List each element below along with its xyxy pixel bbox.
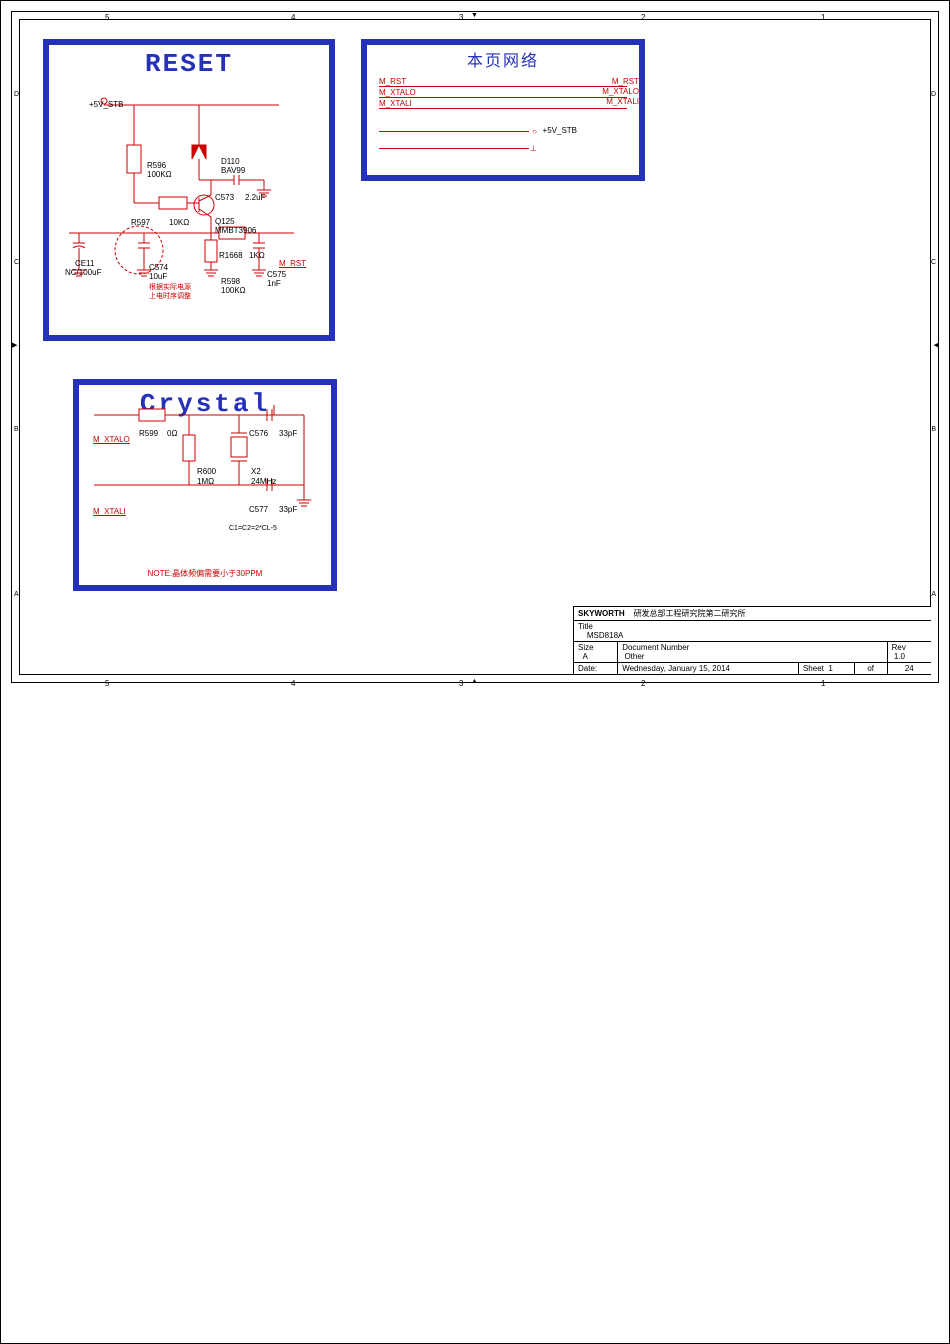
r1668-val: 1KΩ (249, 251, 265, 260)
row-A-l: A (14, 591, 19, 598)
d110-ref: D110 (221, 157, 240, 166)
r599-val: 0Ω (167, 429, 177, 438)
tb-date-l: Date: (578, 664, 597, 673)
col-1-top: 1 (821, 13, 825, 22)
x2-ref: X2 (251, 467, 261, 476)
r597-ref: R597 (131, 218, 150, 227)
tb-dept: 研发总部工程研究院第二研究所 (634, 609, 746, 618)
r598-ref: R598 (221, 277, 240, 286)
arrow-right-icon: ▶ (12, 341, 17, 349)
row-A-r: A (931, 591, 936, 598)
arrow-up-icon: ▲ (471, 678, 478, 685)
col-4-top: 4 (291, 13, 295, 22)
arrow-left-icon: ◀ (934, 341, 939, 349)
net-pwr-out: +5V_STB (543, 126, 577, 135)
r600-ref: R600 (197, 467, 216, 476)
col-4-bot: 4 (291, 679, 295, 688)
col-2-bot: 2 (641, 679, 645, 688)
crystal-formula: C1=C2=2*CL-5 (229, 525, 277, 532)
r598-val: 100KΩ (221, 286, 246, 295)
tb-company: SKYWORTH (578, 609, 625, 618)
ce11-ref: CE11 (75, 259, 94, 268)
c574-ref: C574 (149, 263, 168, 272)
xtali-net: M_XTALI (93, 507, 126, 516)
col-3-bot: 3 (459, 679, 463, 688)
c577-val: 33pF (279, 505, 297, 514)
tb-title: MSD818A (587, 631, 623, 640)
tb-doc: Other (624, 652, 644, 661)
schematic-page: 5 4 3 2 1 5 4 3 2 1 D C B A D C B A ▶ ◀ … (0, 0, 950, 1344)
title-block: SKYWORTH 研发总部工程研究院第二研究所 Title MSD818A Si… (573, 606, 931, 675)
tb-sheet: 1 (828, 664, 832, 673)
tb-size: A (582, 652, 587, 661)
row-C-l: C (14, 259, 19, 266)
c573-ref: C573 (215, 193, 234, 202)
q125-ref: Q125 (215, 217, 235, 226)
col-5-top: 5 (105, 13, 109, 22)
pwr-5v-stb: +5V_STB (89, 100, 123, 109)
r596-val: 100KΩ (147, 170, 172, 179)
reset-note: 根据实际电源 上电时序调整 (149, 283, 191, 301)
net-r-2: M_XTALI (606, 97, 639, 106)
net-r-0: M_RST (612, 77, 639, 86)
reset-block: RESET (43, 39, 335, 341)
crystal-note: NOTE:晶体频偏需要小于30PPM (79, 568, 331, 579)
net-title: 本页网络 (367, 47, 639, 71)
c576-ref: C576 (249, 429, 268, 438)
r599-ref: R599 (139, 429, 158, 438)
net-l-0: M_RST (379, 77, 406, 86)
ce11-val: NC/100uF (65, 268, 101, 277)
r1668-ref: R1668 (219, 251, 243, 260)
r600-val: 1MΩ (197, 477, 214, 486)
tb-sheet-l: Sheet (803, 664, 824, 673)
col-3-top: 3 (459, 13, 463, 22)
tb-title-label: Title (578, 622, 593, 631)
tb-of: of (867, 664, 874, 673)
d110-val: BAV99 (221, 166, 245, 175)
tb-rev-l: Rev (892, 643, 906, 652)
q125-val: MMBT3906 (215, 226, 256, 235)
net-r-1: M_XTALO (602, 87, 639, 96)
c577-ref: C577 (249, 505, 268, 514)
xtalo-net: M_XTALO (93, 435, 130, 444)
net-l-2: M_XTALI (379, 99, 412, 108)
col-1-bot: 1 (821, 679, 825, 688)
tb-rev: 1.0 (894, 652, 905, 661)
c576-val: 33pF (279, 429, 297, 438)
c573-val: 2.2uF (245, 193, 265, 202)
c574-val: 10uF (149, 272, 167, 281)
row-D-l: D (14, 91, 19, 98)
arrow-down-icon: ▼ (471, 12, 478, 19)
row-D-r: D (931, 91, 936, 98)
r597-val: 10KΩ (169, 218, 189, 227)
col-2-top: 2 (641, 13, 645, 22)
tb-total: 24 (905, 664, 914, 673)
r596-ref: R596 (147, 161, 166, 170)
ground-icon: ⊥ (530, 144, 537, 153)
tb-size-l: Size (578, 643, 594, 652)
row-C-r: C (931, 259, 936, 266)
net-l-1: M_XTALO (379, 88, 416, 97)
row-B-l: B (14, 426, 19, 433)
tb-date: Wednesday, January 15, 2014 (622, 664, 730, 673)
crystal-block: Crystal (73, 379, 337, 591)
col-5-bot: 5 (105, 679, 109, 688)
tb-doc-l: Document Number (622, 643, 689, 652)
x2-val: 24MHz (251, 477, 276, 486)
c575-ref: C575 (267, 270, 286, 279)
net-block: 本页网络 M_RST M_XTALO M_XTALI M_RST M_XTALO… (361, 39, 645, 181)
m-rst-net: M_RST (279, 259, 306, 268)
c575-val: 1nF (267, 279, 281, 288)
row-B-r: B (931, 426, 936, 433)
